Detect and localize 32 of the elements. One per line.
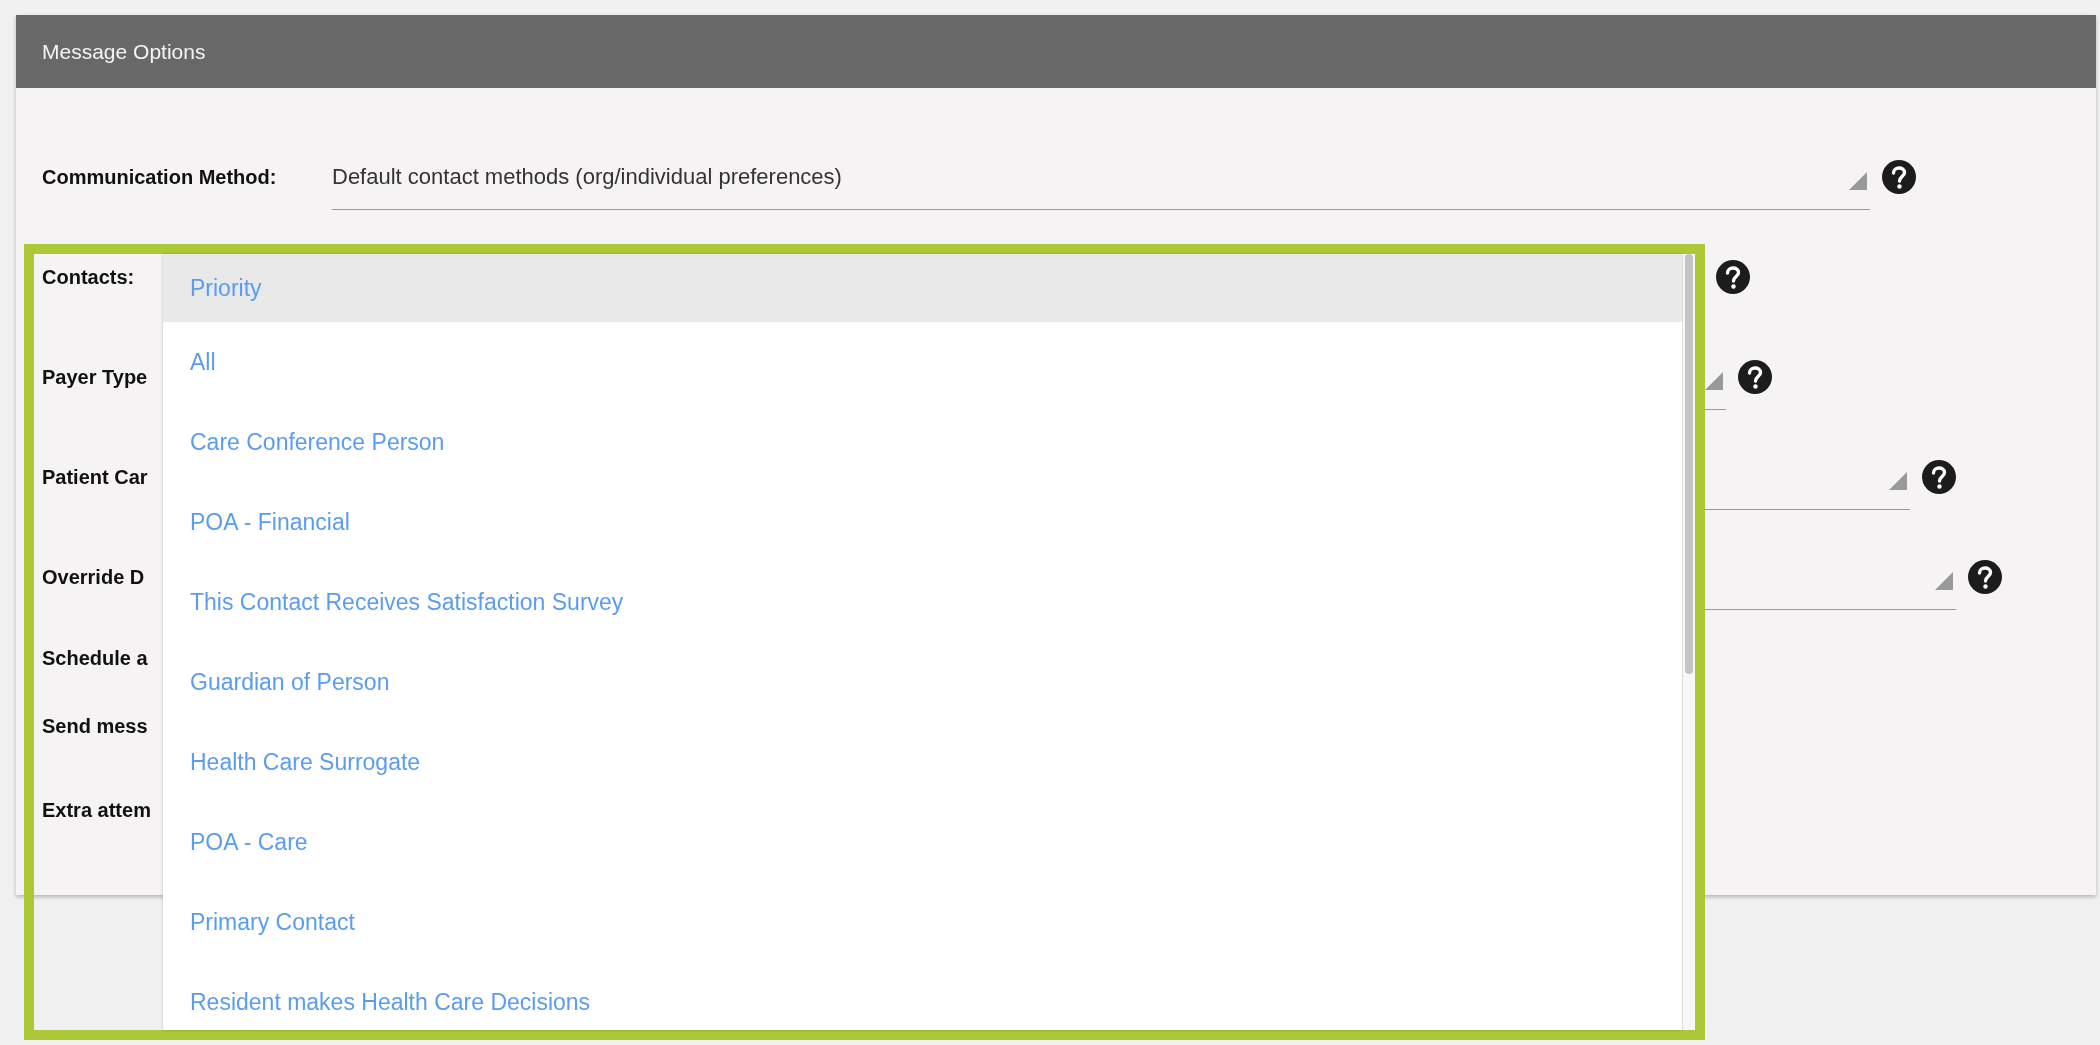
dropdown-option[interactable]: This Contact Receives Satisfaction Survey bbox=[163, 562, 1682, 642]
dropdown-option[interactable]: Primary Contact bbox=[163, 882, 1682, 962]
dropdown-option[interactable]: Care Conference Person bbox=[163, 402, 1682, 482]
help-icon[interactable] bbox=[1716, 260, 1750, 294]
field-label: Extra attem bbox=[42, 798, 151, 821]
select-field[interactable]: Default contact methods (org/individual preferences) bbox=[332, 144, 1870, 210]
dropdown-arrow-icon bbox=[1889, 472, 1907, 490]
field-label: Schedule a bbox=[42, 646, 148, 669]
dropdown-option[interactable]: Resident makes Health Care Decisions bbox=[163, 962, 1682, 1030]
dropdown-arrow-icon bbox=[1849, 172, 1867, 190]
dropdown-option[interactable]: Guardian of Person bbox=[163, 642, 1682, 722]
dropdown-option[interactable]: Health Care Surrogate bbox=[163, 722, 1682, 802]
help-icon[interactable] bbox=[1882, 160, 1916, 194]
field-label: Payer Type bbox=[42, 365, 148, 388]
dropdown-arrow-icon bbox=[1935, 572, 1953, 590]
dropdown-option[interactable]: Priority bbox=[163, 254, 1682, 322]
field-label: Patient Car bbox=[42, 465, 148, 488]
help-icon[interactable] bbox=[1922, 460, 1956, 494]
field-label: Communication Method: bbox=[42, 165, 277, 188]
panel-title: Message Options bbox=[42, 39, 206, 64]
field-label: Send mess bbox=[42, 714, 148, 737]
dropdown-option[interactable]: POA - Care bbox=[163, 802, 1682, 882]
help-icon[interactable] bbox=[1968, 560, 2002, 594]
field-value: Default contact methods (org/individual preferences) bbox=[332, 163, 842, 190]
scrollbar[interactable] bbox=[1682, 254, 1695, 1030]
field-label: Contacts: bbox=[42, 265, 135, 288]
dropdown-arrow-icon bbox=[1705, 372, 1723, 390]
field-label: Override D bbox=[42, 565, 145, 588]
dropdown-option[interactable]: All bbox=[163, 322, 1682, 402]
scrollbar-thumb[interactable] bbox=[1685, 254, 1693, 674]
help-icon[interactable] bbox=[1738, 360, 1772, 394]
dropdown-option[interactable]: POA - Financial bbox=[163, 482, 1682, 562]
